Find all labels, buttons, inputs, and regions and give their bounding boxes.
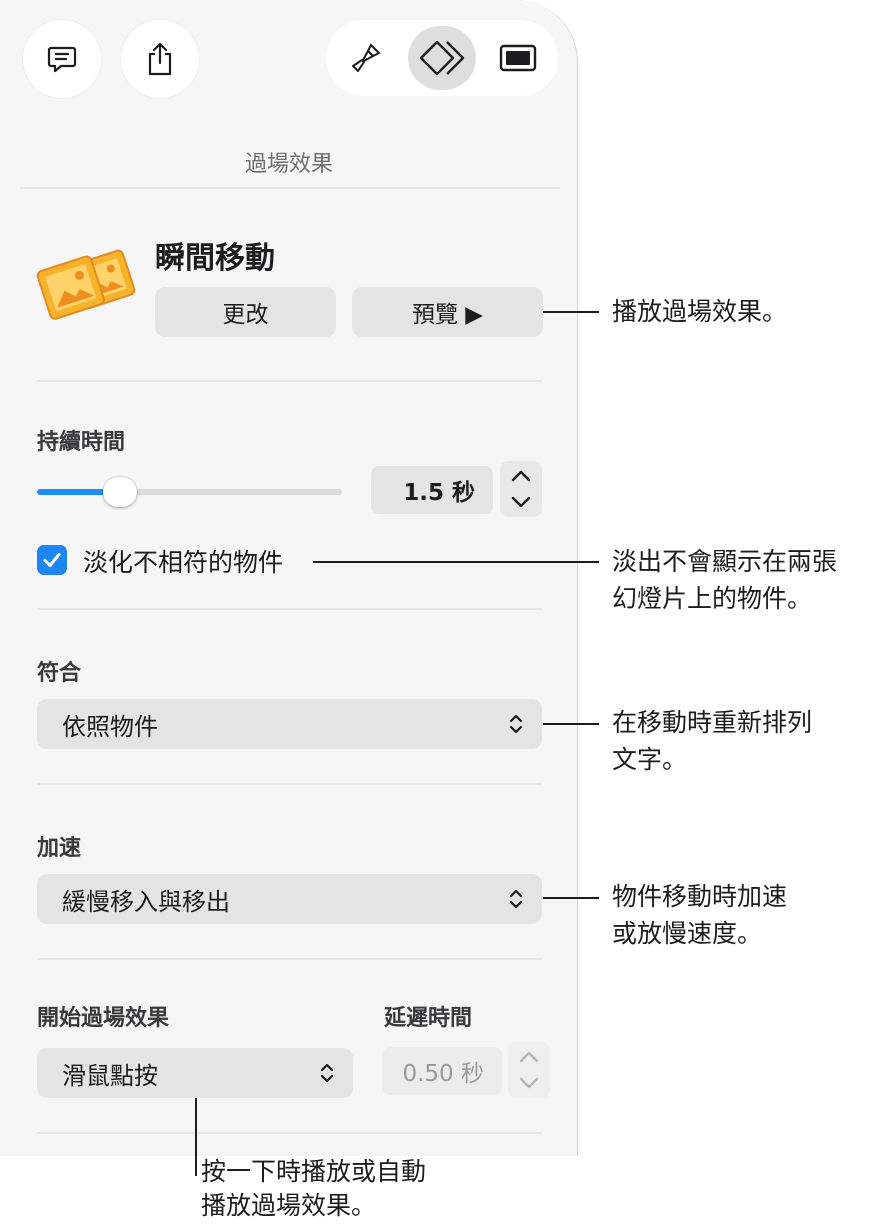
match-popup[interactable]: 依照物件	[37, 699, 542, 749]
callout-accel-line1: 物件移動時加速	[612, 882, 788, 911]
divider	[37, 958, 542, 960]
callout-match-line1: 在移動時重新排列	[612, 708, 813, 737]
callout-line	[543, 897, 599, 899]
delay-stepper	[508, 1042, 550, 1098]
divider	[37, 1132, 542, 1134]
acceleration-popup-value: 緩慢移入與移出	[62, 887, 230, 916]
duration-slider[interactable]	[37, 477, 342, 507]
transition-name: 瞬間移動	[155, 241, 275, 276]
callout-accel-line2: 或放慢速度。	[612, 919, 763, 948]
callout-start-line1: 按一下時播放或自動	[201, 1157, 427, 1186]
duration-slider-thumb[interactable]	[103, 477, 137, 507]
fade-checkbox-label[interactable]: 淡化不相符的物件	[83, 543, 283, 579]
start-transition-label: 開始過場效果	[37, 1006, 170, 1031]
divider	[20, 187, 560, 189]
paintbrush-icon	[352, 43, 381, 72]
divider	[37, 608, 542, 610]
callout-line	[195, 1098, 197, 1176]
acceleration-popup[interactable]: 緩慢移入與移出	[37, 874, 542, 924]
inspector-tabs	[326, 20, 558, 96]
animate-diamonds-icon	[419, 40, 465, 76]
magic-move-icon	[36, 249, 136, 320]
chevron-down-icon	[519, 1077, 539, 1089]
acceleration-label: 加速	[37, 836, 82, 861]
callout-fade-line2: 幻燈片上的物件。	[612, 584, 813, 613]
fade-checkbox[interactable]	[37, 545, 67, 575]
delay-value-field: 0.50 秒	[382, 1047, 502, 1095]
comment-icon	[47, 46, 77, 73]
share-button[interactable]	[121, 20, 199, 98]
duration-value-field[interactable]: 1.5 秒	[371, 466, 493, 514]
duration-label: 持續時間	[37, 430, 126, 455]
divider	[37, 783, 542, 785]
panel-title: 過場效果	[244, 152, 333, 177]
start-transition-popup-value: 滑鼠點按	[62, 1061, 158, 1090]
callout-preview: 播放過場效果。	[612, 297, 788, 326]
match-label: 符合	[37, 661, 82, 686]
callout-start-line2: 播放過場效果。	[201, 1191, 377, 1220]
animate-tab[interactable]	[408, 26, 476, 90]
checkmark-icon	[43, 553, 61, 567]
preview-button[interactable]: 預覽 ▶	[352, 287, 543, 337]
callout-line	[313, 561, 599, 563]
up-down-chevron-icon	[509, 714, 523, 734]
callout-fade-line1: 淡出不會顯示在兩張	[612, 547, 838, 576]
chevron-up-icon	[519, 1051, 539, 1063]
change-button[interactable]: 更改	[155, 287, 336, 337]
up-down-chevron-icon	[320, 1063, 334, 1083]
chevron-up-icon[interactable]	[509, 467, 533, 485]
callout-line	[543, 723, 599, 725]
document-tab[interactable]	[484, 26, 552, 90]
comment-button[interactable]	[23, 20, 101, 98]
format-tab[interactable]	[332, 26, 400, 90]
divider	[37, 380, 542, 382]
callout-line	[543, 311, 599, 313]
share-icon	[148, 42, 172, 76]
delay-label: 延遲時間	[384, 1006, 473, 1031]
chevron-down-icon[interactable]	[509, 493, 533, 511]
start-transition-popup[interactable]: 滑鼠點按	[37, 1048, 353, 1098]
callout-match-line2: 文字。	[612, 745, 688, 774]
match-popup-value: 依照物件	[62, 712, 158, 741]
transition-panel: 過場效果 瞬間移動 更改 預覽 ▶ 持續時間 1.5 秒 淡化不相符的物件 符合…	[0, 0, 578, 1156]
slide-document-icon	[499, 44, 537, 72]
duration-stepper[interactable]	[500, 461, 542, 517]
up-down-chevron-icon	[509, 889, 523, 909]
